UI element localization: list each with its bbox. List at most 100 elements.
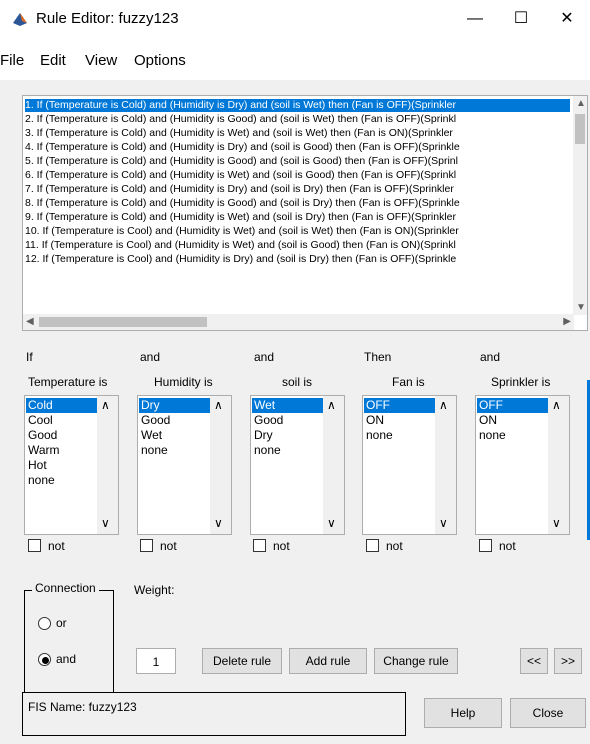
rule-item[interactable]: 12. If (Temperature is Cool) and (Humidi… (25, 253, 456, 266)
scroll-up-icon[interactable]: ▲ (576, 98, 586, 109)
list-option[interactable]: OFF (477, 398, 549, 413)
rule-list-horizontal-scrollbar[interactable]: ◀ ▶ (23, 314, 574, 330)
list-option[interactable]: none (364, 428, 436, 443)
help-button[interactable]: Help (424, 698, 502, 728)
window-title: Rule Editor: fuzzy123 (36, 10, 179, 27)
connector-label: Then (364, 350, 392, 364)
chevron-up-icon[interactable]: ∧ (101, 398, 110, 412)
list-option[interactable]: none (477, 428, 549, 443)
matlab-icon (12, 11, 28, 27)
fis-name-status: FIS Name: fuzzy123 (28, 700, 137, 714)
list-option[interactable]: ON (364, 413, 436, 428)
rule-item[interactable]: 5. If (Temperature is Cold) and (Humidit… (25, 155, 458, 168)
not-label: not (48, 539, 65, 553)
list-option[interactable]: none (139, 443, 211, 458)
variable-label: soil is (282, 375, 313, 389)
chevron-up-icon[interactable]: ∧ (327, 398, 336, 412)
list-option[interactable]: Warm (26, 443, 98, 458)
variable-label: Humidity is (154, 375, 213, 389)
list-option[interactable]: Dry (139, 398, 211, 413)
rule-item[interactable]: 3. If (Temperature is Cold) and (Humidit… (25, 127, 453, 140)
list-option[interactable]: Good (252, 413, 324, 428)
chevron-up-icon[interactable]: ∧ (439, 398, 448, 412)
rule-item[interactable]: 7. If (Temperature is Cold) and (Humidit… (25, 183, 454, 196)
menu-view[interactable]: View (85, 52, 117, 69)
or-label: or (56, 616, 67, 630)
not-checkbox[interactable] (140, 539, 153, 552)
soil-listbox[interactable]: Wet Good Dry none ∧ ∨ (250, 395, 345, 535)
chevron-down-icon[interactable]: ∨ (214, 516, 223, 530)
prev-button[interactable]: << (520, 648, 548, 674)
or-radio[interactable] (38, 617, 51, 630)
not-checkbox[interactable] (253, 539, 266, 552)
scroll-right-icon[interactable]: ▶ (563, 316, 571, 327)
chevron-down-icon[interactable]: ∨ (552, 516, 561, 530)
scrollbar-thumb[interactable] (39, 317, 207, 327)
rule-item[interactable]: 6. If (Temperature is Cold) and (Humidit… (25, 169, 456, 182)
list-option[interactable]: Good (139, 413, 211, 428)
chevron-down-icon[interactable]: ∨ (101, 516, 110, 530)
list-option[interactable]: none (252, 443, 324, 458)
next-button[interactable]: >> (554, 648, 582, 674)
scrollbar-thumb[interactable] (575, 114, 585, 144)
rule-item[interactable]: 10. If (Temperature is Cool) and (Humidi… (25, 225, 459, 238)
not-label: not (386, 539, 403, 553)
connector-label: If (26, 350, 33, 364)
variable-label: Sprinkler is (491, 375, 551, 389)
not-checkbox[interactable] (366, 539, 379, 552)
chevron-up-icon[interactable]: ∧ (552, 398, 561, 412)
close-button[interactable]: Close (510, 698, 586, 728)
listbox-scrollbar[interactable]: ∧ ∨ (210, 396, 231, 534)
listbox-scrollbar[interactable]: ∧ ∨ (97, 396, 118, 534)
maximize-button[interactable]: ☐ (498, 4, 544, 34)
chevron-down-icon[interactable]: ∨ (327, 516, 336, 530)
and-radio[interactable] (38, 653, 51, 666)
menu-options[interactable]: Options (134, 52, 186, 69)
connector-label: and (140, 350, 161, 364)
rule-item[interactable]: 9. If (Temperature is Cold) and (Humidit… (25, 211, 456, 224)
and-label: and (56, 652, 77, 666)
menu-file[interactable]: File (0, 52, 24, 69)
connector-label: and (254, 350, 275, 364)
weight-input[interactable]: 1 (136, 648, 176, 674)
change-rule-button[interactable]: Change rule (374, 648, 458, 674)
rule-list-vertical-scrollbar[interactable]: ▲ ▼ (573, 96, 587, 315)
rule-item[interactable]: 4. If (Temperature is Cold) and (Humidit… (25, 141, 460, 154)
list-option[interactable]: Cool (26, 413, 98, 428)
list-option[interactable]: Cold (26, 398, 98, 413)
menu-edit[interactable]: Edit (40, 52, 66, 69)
rule-item[interactable]: 2. If (Temperature is Cold) and (Humidit… (25, 113, 456, 126)
temperature-listbox[interactable]: Cold Cool Good Warm Hot none ∧ ∨ (24, 395, 119, 535)
not-label: not (273, 539, 290, 553)
list-option[interactable]: Hot (26, 458, 98, 473)
list-option[interactable]: ON (477, 413, 549, 428)
chevron-up-icon[interactable]: ∧ (214, 398, 223, 412)
list-option[interactable]: none (26, 473, 98, 488)
rule-list[interactable]: 1. If (Temperature is Cold) and (Humidit… (22, 95, 588, 331)
scroll-down-icon[interactable]: ▼ (576, 302, 586, 313)
listbox-scrollbar[interactable]: ∧ ∨ (323, 396, 344, 534)
minimize-button[interactable]: — (452, 4, 498, 34)
list-option[interactable]: Wet (139, 428, 211, 443)
chevron-down-icon[interactable]: ∨ (439, 516, 448, 530)
listbox-scrollbar[interactable]: ∧ ∨ (548, 396, 569, 534)
humidity-listbox[interactable]: Dry Good Wet none ∧ ∨ (137, 395, 232, 535)
listbox-scrollbar[interactable]: ∧ ∨ (435, 396, 456, 534)
not-checkbox[interactable] (28, 539, 41, 552)
sprinkler-listbox[interactable]: OFF ON none ∧ ∨ (475, 395, 570, 535)
rule-item[interactable]: 1. If (Temperature is Cold) and (Humidit… (25, 99, 570, 112)
variable-label: Fan is (392, 375, 425, 389)
rule-item[interactable]: 8. If (Temperature is Cold) and (Humidit… (25, 197, 460, 210)
rule-item[interactable]: 11. If (Temperature is Cool) and (Humidi… (25, 239, 456, 252)
fan-listbox[interactable]: OFF ON none ∧ ∨ (362, 395, 457, 535)
list-option[interactable]: Good (26, 428, 98, 443)
add-rule-button[interactable]: Add rule (289, 648, 367, 674)
list-option[interactable]: Dry (252, 428, 324, 443)
close-window-button[interactable]: ✕ (544, 4, 590, 34)
not-checkbox[interactable] (479, 539, 492, 552)
scroll-left-icon[interactable]: ◀ (26, 316, 34, 327)
radio-selected-dot (42, 657, 49, 664)
delete-rule-button[interactable]: Delete rule (202, 648, 282, 674)
list-option[interactable]: OFF (364, 398, 436, 413)
list-option[interactable]: Wet (252, 398, 324, 413)
